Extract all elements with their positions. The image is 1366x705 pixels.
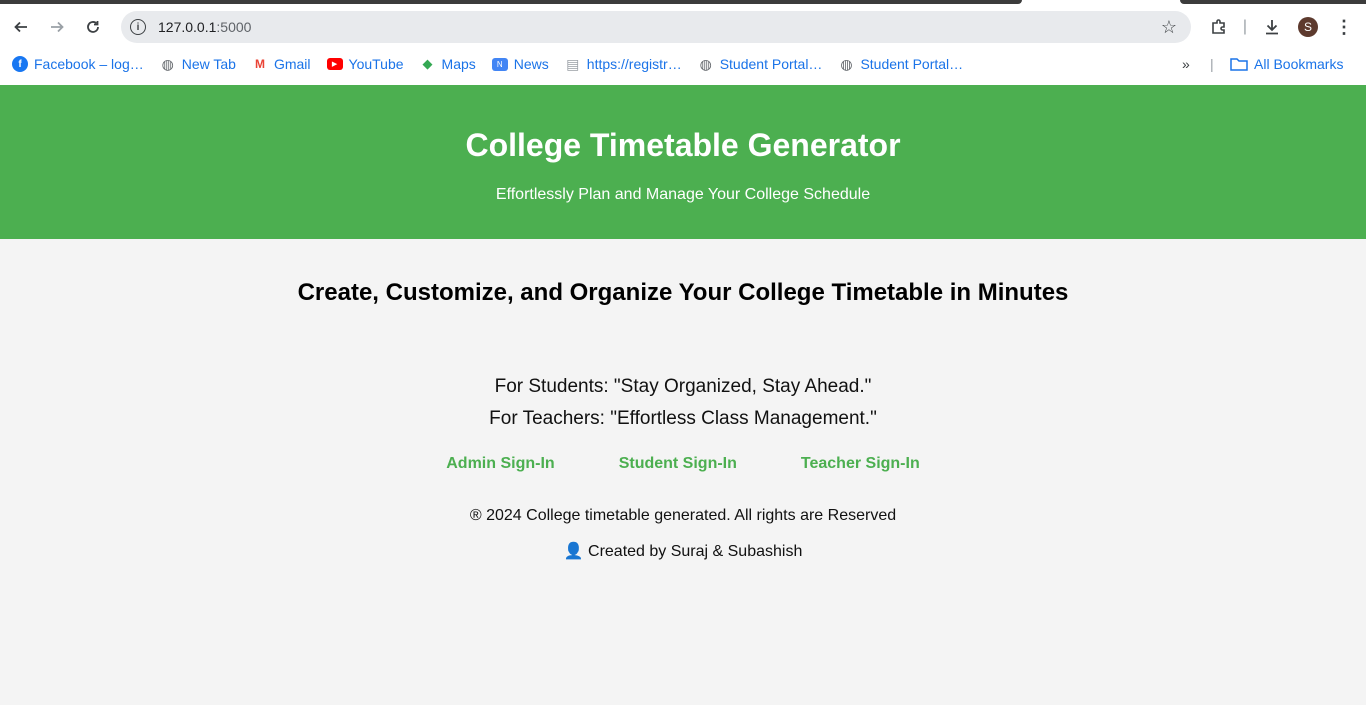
puzzle-icon	[1212, 19, 1225, 34]
url-text[interactable]: 127.0.0.1:5000	[158, 19, 251, 35]
globe-icon: ◍	[161, 55, 174, 72]
bookmark-star-icon[interactable]: ☆	[1161, 17, 1177, 38]
bookmark-label: Gmail	[273, 56, 311, 72]
reload-icon	[87, 21, 99, 33]
bookmark-label: New Tab	[181, 56, 236, 72]
avatar: S	[1298, 17, 1318, 37]
bookmark-label: Maps	[441, 56, 476, 72]
all-bookmarks-label: All Bookmarks	[1254, 56, 1344, 72]
teacher-sign-in-link[interactable]: Teacher Sign-In	[801, 455, 920, 473]
globe-icon: ◍	[699, 55, 712, 72]
site-info-icon[interactable]: i	[130, 19, 146, 35]
maps-icon: ◆	[422, 56, 433, 71]
teachers-tagline: For Teachers: "Effortless Class Manageme…	[489, 408, 877, 429]
folder-icon	[1230, 58, 1248, 71]
bookmark-item[interactable]: ◍ New Tab	[160, 55, 236, 73]
main-heading: Create, Customize, and Organize Your Col…	[297, 279, 1069, 306]
downloads-button[interactable]	[1260, 8, 1284, 46]
sign-in-links: Admin Sign-In Student Sign-In Teacher Si…	[0, 455, 1366, 473]
browser-toolbar: i 127.0.0.1:5000 ☆ | S ⋮	[0, 8, 1366, 46]
bookmark-item[interactable]: f Facebook – log…	[12, 56, 144, 72]
student-sign-in-link[interactable]: Student Sign-In	[619, 455, 737, 473]
profile-button[interactable]: S	[1296, 8, 1320, 46]
page-title: College Timetable Generator	[465, 127, 901, 163]
main-content: Create, Customize, and Organize Your Col…	[0, 279, 1366, 561]
bookmark-item[interactable]: ▶ YouTube	[326, 56, 404, 72]
globe-icon: ◍	[840, 55, 853, 72]
bookmark-label: https://registr…	[586, 56, 682, 72]
reload-button[interactable]	[78, 12, 108, 42]
copyright-text: ® 2024 College timetable generated. All …	[469, 507, 897, 524]
bookmark-item[interactable]: ◆ Maps	[420, 56, 476, 72]
download-icon	[1266, 20, 1278, 35]
page-header: College Timetable Generator Effortlessly…	[0, 85, 1366, 239]
more-bookmarks-button[interactable]: »	[1182, 52, 1198, 76]
extensions-button[interactable]	[1206, 8, 1232, 46]
forward-arrow-icon	[51, 21, 64, 33]
bookmark-item[interactable]: N News	[491, 56, 549, 72]
back-button[interactable]	[6, 12, 36, 42]
tab-strip	[0, 0, 1366, 4]
bookmarks-divider: |	[1210, 56, 1214, 72]
url-host: 127.0.0.1	[158, 19, 217, 35]
bookmark-item[interactable]: M Gmail	[252, 56, 311, 72]
bookmark-label: News	[513, 56, 549, 72]
back-arrow-icon	[14, 21, 27, 33]
all-bookmarks-button[interactable]: All Bookmarks	[1230, 52, 1343, 76]
admin-sign-in-link[interactable]: Admin Sign-In	[446, 455, 554, 473]
students-tagline: For Students: "Stay Organized, Stay Ahea…	[494, 376, 872, 397]
tab-strip-left	[0, 0, 1022, 4]
forward-button[interactable]	[42, 12, 72, 42]
bookmark-label: Student Portal…	[860, 56, 964, 72]
url-port: :5000	[216, 19, 252, 35]
bookmark-label: Facebook – log…	[34, 56, 144, 72]
page-subtitle: Effortlessly Plan and Manage Your Colleg…	[495, 186, 871, 203]
bookmark-item[interactable]: ◍ Student Portal…	[698, 55, 823, 73]
toolbar-divider: |	[1242, 18, 1248, 35]
bookmark-item[interactable]: ▤ https://registr…	[565, 55, 682, 73]
menu-kebab-icon[interactable]: ⋮	[1332, 8, 1356, 46]
bookmarks-bar: f Facebook – log… ◍ New Tab M Gmail ▶ YouTube ◆ M…	[0, 52, 1366, 76]
taglines: For Students: "Stay Organized, Stay Ahea…	[0, 371, 1366, 435]
bookmark-label: Student Portal…	[719, 56, 823, 72]
bookmark-item[interactable]: ◍ Student Portal…	[838, 55, 964, 73]
facebook-icon: f	[12, 56, 28, 72]
address-bar[interactable]: i 127.0.0.1:5000 ☆	[121, 11, 1191, 43]
credit-text: 👤 Created by Suraj & Subashish	[563, 543, 803, 560]
document-icon: ▤	[566, 55, 580, 72]
browser-chrome: i 127.0.0.1:5000 ☆ | S ⋮ f Facebook – log…	[0, 0, 1366, 85]
tab-strip-right	[1180, 0, 1366, 4]
news-icon: N	[491, 57, 508, 71]
bookmark-label: YouTube	[348, 56, 404, 72]
youtube-icon: ▶	[326, 58, 343, 70]
gmail-icon: M	[254, 57, 265, 71]
